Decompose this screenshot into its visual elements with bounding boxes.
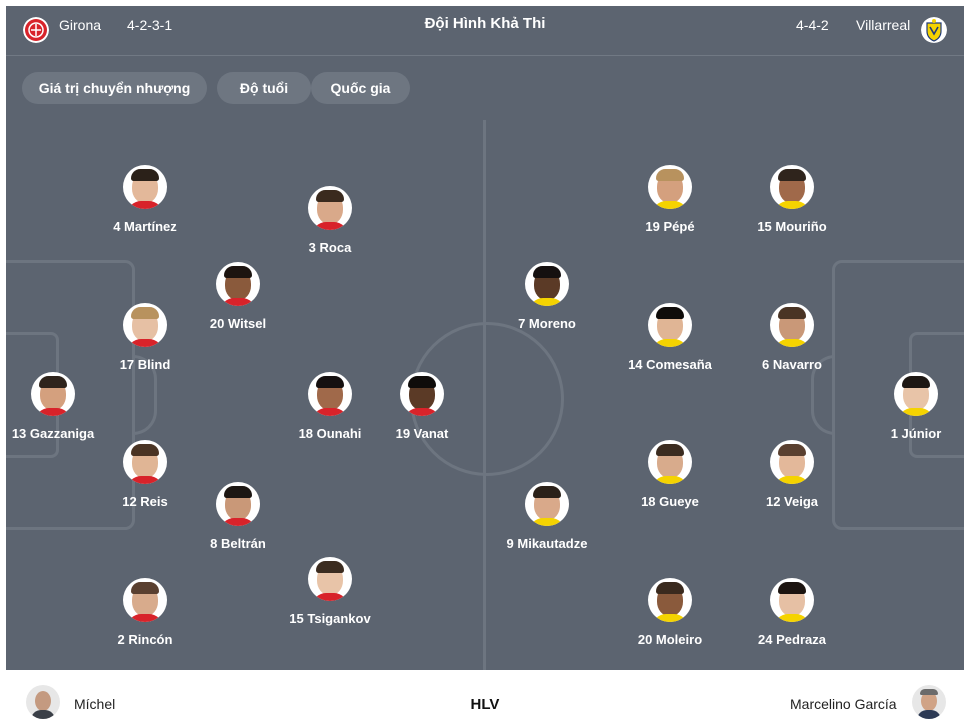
filter-bar: Giá trị chuyển nhượng Độ tuổi Quốc gia [6,57,964,120]
player-avatar[interactable] [400,372,444,416]
away-player[interactable]: 18 Gueye [605,440,735,509]
away-coach-avatar[interactable] [912,685,946,719]
player-avatar[interactable] [123,303,167,347]
away-player[interactable]: 20 Moleiro [605,578,735,647]
player-avatar[interactable] [216,262,260,306]
player-avatar[interactable] [770,303,814,347]
away-player[interactable]: 12 Veiga [727,440,857,509]
away-player[interactable]: 15 Mouriño [727,165,857,234]
villarreal-crest-icon[interactable] [921,17,947,43]
player-name[interactable]: 20 Moleiro [605,632,735,647]
home-player[interactable]: 17 Blind [80,303,210,372]
player-name[interactable]: 9 Mikautadze [482,536,612,551]
player-avatar[interactable] [31,372,75,416]
player-avatar[interactable] [770,578,814,622]
player-avatar[interactable] [648,303,692,347]
away-player[interactable]: 1 Júnior [851,372,964,441]
player-name[interactable]: 6 Navarro [727,357,857,372]
player-name[interactable]: 18 Gueye [605,494,735,509]
pitch: 4 Martínez 3 Roca 20 Witsel 17 Blind 13 Gazz… [6,120,964,670]
player-avatar[interactable] [308,372,352,416]
player-avatar[interactable] [648,578,692,622]
filter-age-button[interactable]: Độ tuổi [217,72,311,104]
home-player[interactable]: 3 Roca [265,186,395,255]
player-avatar[interactable] [123,578,167,622]
away-player[interactable]: 9 Mikautadze [482,482,612,551]
player-avatar[interactable] [123,165,167,209]
player-name[interactable]: 8 Beltrán [173,536,303,551]
coach-bar: Míchel HLV Marcelino García [6,670,964,727]
home-player[interactable]: 19 Vanat [357,372,487,441]
player-name[interactable]: 19 Pépé [605,219,735,234]
away-player[interactable]: 24 Pedraza [727,578,857,647]
player-avatar[interactable] [308,186,352,230]
away-coach-name[interactable]: Marcelino García [790,696,897,712]
player-name[interactable]: 19 Vanat [357,426,487,441]
away-team-name[interactable]: Villarreal [856,16,910,34]
player-avatar[interactable] [308,557,352,601]
home-player[interactable]: 4 Martínez [80,165,210,234]
away-player[interactable]: 14 Comesaña [605,303,735,372]
away-formation: 4-4-2 [796,17,829,33]
player-avatar[interactable] [123,440,167,484]
player-avatar[interactable] [770,440,814,484]
player-avatar[interactable] [648,165,692,209]
lineup-header: Girona 4-2-3-1 Đội Hình Khả Thi 4-4-2 Vi… [6,6,964,56]
player-name[interactable]: 3 Roca [265,240,395,255]
player-name[interactable]: 7 Moreno [482,316,612,331]
player-avatar[interactable] [216,482,260,526]
player-name[interactable]: 1 Júnior [851,426,964,441]
player-name[interactable]: 4 Martínez [80,219,210,234]
filter-country-button[interactable]: Quốc gia [311,72,410,104]
player-avatar[interactable] [770,165,814,209]
player-name[interactable]: 15 Tsigankov [265,611,395,626]
away-player[interactable]: 19 Pépé [605,165,735,234]
player-name[interactable]: 17 Blind [80,357,210,372]
home-player[interactable]: 15 Tsigankov [265,557,395,626]
player-name[interactable]: 24 Pedraza [727,632,857,647]
filter-market-value-button[interactable]: Giá trị chuyển nhượng [22,72,207,104]
player-name[interactable]: 13 Gazzaniga [6,426,118,441]
player-avatar[interactable] [525,262,569,306]
player-name[interactable]: 14 Comesaña [605,357,735,372]
home-player[interactable]: 2 Rincón [80,578,210,647]
away-player[interactable]: 6 Navarro [727,303,857,372]
player-avatar[interactable] [648,440,692,484]
player-avatar[interactable] [525,482,569,526]
player-name[interactable]: 12 Veiga [727,494,857,509]
player-avatar[interactable] [894,372,938,416]
player-name[interactable]: 15 Mouriño [727,219,857,234]
lineup-card: Girona 4-2-3-1 Đội Hình Khả Thi 4-4-2 Vi… [6,6,964,727]
home-player[interactable]: 8 Beltrán [173,482,303,551]
home-player[interactable]: 13 Gazzaniga [6,372,118,441]
away-player[interactable]: 7 Moreno [482,262,612,331]
player-name[interactable]: 2 Rincón [80,632,210,647]
